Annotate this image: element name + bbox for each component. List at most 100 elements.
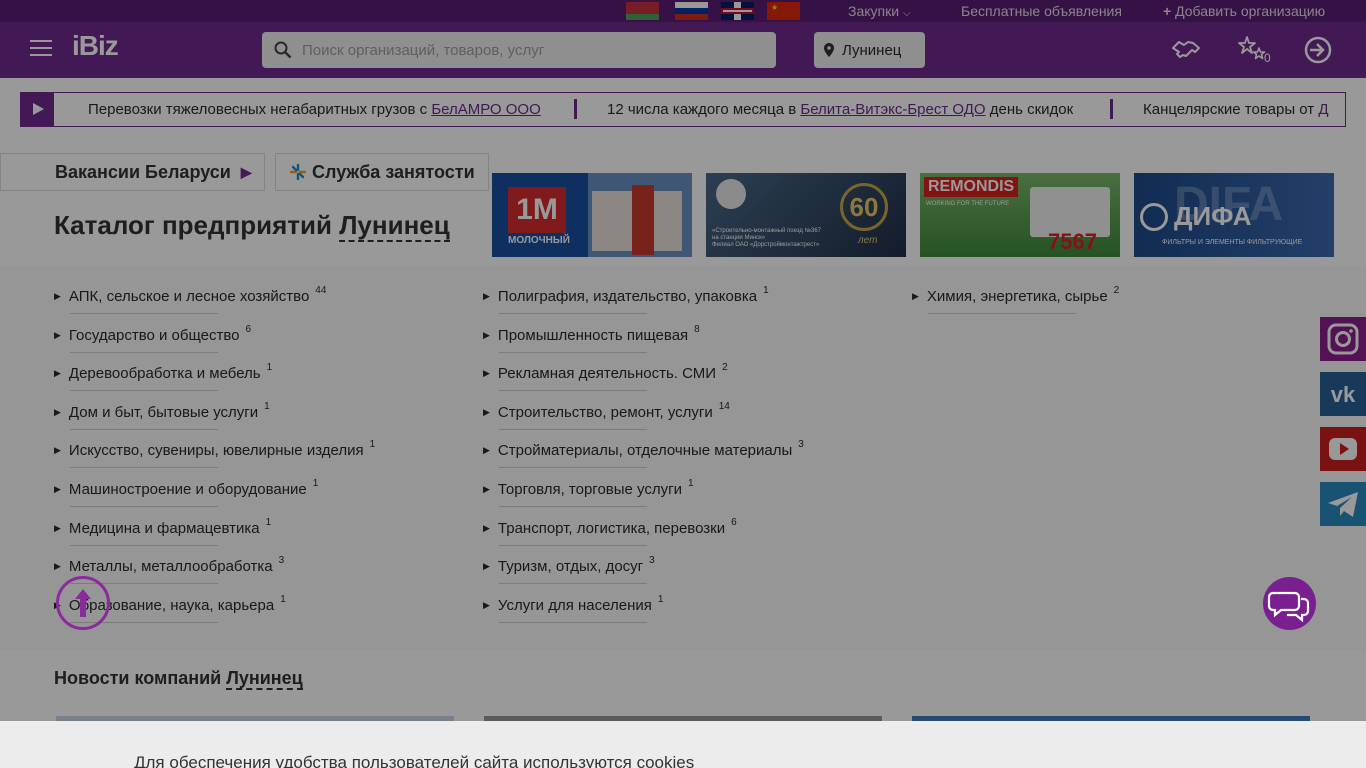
purchases-menu[interactable]: Закупки ⌵ <box>848 2 911 23</box>
divider <box>70 313 218 314</box>
handshake-icon[interactable] <box>1170 34 1202 66</box>
emblem-icon <box>716 179 746 209</box>
bullet-triangle-icon: ▶ <box>54 291 61 301</box>
city-label: Лунинец <box>842 41 902 59</box>
ticker-item: Перевозки тяжеловесных негабаритных груз… <box>88 101 541 118</box>
divider <box>499 313 647 314</box>
arrow-up-icon <box>75 589 91 617</box>
catalog-category-item[interactable]: ▶ Дом и быт, бытовые услуги 1 <box>54 401 270 439</box>
category-count: 8 <box>694 324 700 335</box>
chat-button[interactable] <box>1263 577 1316 630</box>
bullet-triangle-icon: ▶ <box>483 484 490 494</box>
header: iBiz Лунинец 0 <box>0 22 1366 78</box>
catalog-category-item[interactable]: ▶ АПК, сельское и лесное хозяйство 44 <box>54 285 326 323</box>
catalog-category-item[interactable]: ▶ Строительство, ремонт, услуги 14 <box>483 401 730 439</box>
category-count: 2 <box>1113 285 1120 296</box>
catalog-category-item[interactable]: ▶ Химия, энергетика, сырье 2 <box>912 285 1119 323</box>
cookie-text: Для обеспечения удобства пользователей с… <box>134 753 695 768</box>
bullet-triangle-icon: ▶ <box>483 407 490 417</box>
ticker-link[interactable]: БелАМРО ООО <box>431 101 540 118</box>
instagram-icon[interactable] <box>1320 317 1366 361</box>
divider <box>499 583 647 584</box>
catalog-category-item[interactable]: ▶ Полиграфия, издательство, упаковка 1 <box>483 285 769 323</box>
flag-gb-icon[interactable] <box>721 2 754 20</box>
catalog-category-item[interactable]: ▶ Стройматериалы, отделочные материалы 3 <box>483 439 804 477</box>
page-title: Каталог предприятий Лунинец <box>54 210 450 242</box>
banner-remondis[interactable]: REMONDIS WORKING FOR THE FUTURE 7567 <box>920 173 1120 257</box>
ticker-item: 12 числа каждого месяца в Белита-Витэкс-… <box>607 101 1074 118</box>
bullet-triangle-icon: ▶ <box>483 445 490 455</box>
city-link[interactable]: Лунинец <box>339 210 450 242</box>
add-organization-link[interactable]: + Добавить организацию <box>1163 2 1325 20</box>
category-label: Деревообработка и мебель <box>68 365 261 382</box>
catalog-category-item[interactable]: ▶ Искусство, сувениры, ювелирные изделия 1 <box>54 439 375 477</box>
purchases-label: Закупки <box>848 3 900 19</box>
svg-text:vk: vk <box>1331 382 1356 407</box>
add-organization-label: Добавить организацию <box>1175 3 1326 19</box>
divider <box>499 429 647 430</box>
flag-ru-icon[interactable] <box>675 2 708 20</box>
ticker-link[interactable]: Белита-Витэкс-Брест ОДО <box>800 101 985 118</box>
divider <box>499 622 647 623</box>
city-selector[interactable]: Лунинец <box>814 32 925 68</box>
divider <box>70 467 218 468</box>
catalog-category-item[interactable]: ▶ Деревообработка и мебель 1 <box>54 362 272 400</box>
divider <box>499 390 647 391</box>
free-ads-link[interactable]: Бесплатные объявления <box>961 2 1122 20</box>
play-icon[interactable] <box>20 93 54 126</box>
category-count: 3 <box>649 555 655 566</box>
banner-smp367[interactable]: «Строительно-монтажный поезд №367 на стан… <box>706 173 906 257</box>
banner-logo: 1M <box>508 187 566 233</box>
search-input[interactable] <box>302 32 762 68</box>
catalog-category-item[interactable]: ▶ Транспорт, логистика, перевозки 6 <box>483 517 737 555</box>
catalog-category-item[interactable]: ▶ Государство и общество 6 <box>54 324 251 362</box>
category-label: АПК, сельское и лесное хозяйство <box>68 288 310 305</box>
category-label: Строительство, ремонт, услуги <box>497 404 713 421</box>
menu-icon[interactable] <box>30 40 52 56</box>
category-count: 3 <box>278 555 285 566</box>
location-pin-icon <box>824 43 834 57</box>
news-city-link[interactable]: Лунинец <box>226 668 303 690</box>
login-icon[interactable] <box>1302 34 1334 66</box>
divider <box>70 545 218 546</box>
category-count: 1 <box>280 594 286 605</box>
tab-employment[interactable]: Служба занятости <box>275 153 489 191</box>
vk-icon[interactable]: vk <box>1320 372 1366 416</box>
cookie-banner: Для обеспечения удобства пользователей с… <box>0 721 1366 768</box>
divider <box>499 545 647 546</box>
ticker-separator <box>1110 99 1113 119</box>
youtube-icon[interactable] <box>1320 427 1366 471</box>
banner-difa[interactable]: DIFA ДИФА ФИЛЬТРЫ И ЭЛЕМЕНТЫ ФИЛЬТРУЮЩИЕ <box>1134 173 1334 257</box>
divider <box>499 506 647 507</box>
category-label: Искусство, сувениры, ювелирные изделия <box>68 442 364 459</box>
bullet-triangle-icon: ▶ <box>54 445 61 455</box>
category-label: Стройматериалы, отделочные материалы <box>497 442 793 459</box>
category-label: Металлы, металлообработка <box>68 558 273 575</box>
category-label: Туризм, отдых, досуг <box>497 558 644 575</box>
catalog-category-item[interactable]: ▶ Услуги для населения 1 <box>483 594 663 632</box>
scroll-up-button[interactable] <box>56 576 110 630</box>
news-ticker: Перевозки тяжеловесных негабаритных груз… <box>20 92 1346 127</box>
catalog-category-item[interactable]: ▶ Промышленность пищевая 8 <box>483 324 700 362</box>
telegram-icon[interactable] <box>1320 482 1366 526</box>
flag-cn-icon[interactable]: ★ <box>767 2 800 20</box>
category-count: 1 <box>687 478 694 489</box>
banner-molochny[interactable]: 1M МОЛОЧНЫЙ <box>492 173 692 257</box>
category-label: Медицина и фармацевтика <box>68 520 260 537</box>
ticker-link[interactable]: Д <box>1318 101 1328 118</box>
chevron-right-icon: ▶ <box>240 163 252 180</box>
catalog-category-item[interactable]: ▶ Торговля, торговые услуги 1 <box>483 478 694 516</box>
divider <box>70 429 218 430</box>
ticker-separator <box>574 99 577 119</box>
catalog-category-item[interactable]: ▶ Машиностроение и оборудование 1 <box>54 478 318 516</box>
category-label: Государство и общество <box>68 327 240 344</box>
catalog-category-item[interactable]: ▶ Туризм, отдых, досуг 3 <box>483 555 655 593</box>
category-count: 2 <box>722 362 728 373</box>
logo[interactable]: iBiz <box>72 30 119 62</box>
category-count: 1 <box>312 478 319 489</box>
catalog-category-item[interactable]: ▶ Рекламная деятельность. СМИ 2 <box>483 362 728 400</box>
catalog-category-item[interactable]: ▶ Медицина и фармацевтика 1 <box>54 517 271 555</box>
flag-by-icon[interactable] <box>626 2 659 20</box>
search-icon[interactable] <box>274 41 292 59</box>
tab-vacancies[interactable]: Вакансии Беларуси ▶ <box>0 153 265 191</box>
